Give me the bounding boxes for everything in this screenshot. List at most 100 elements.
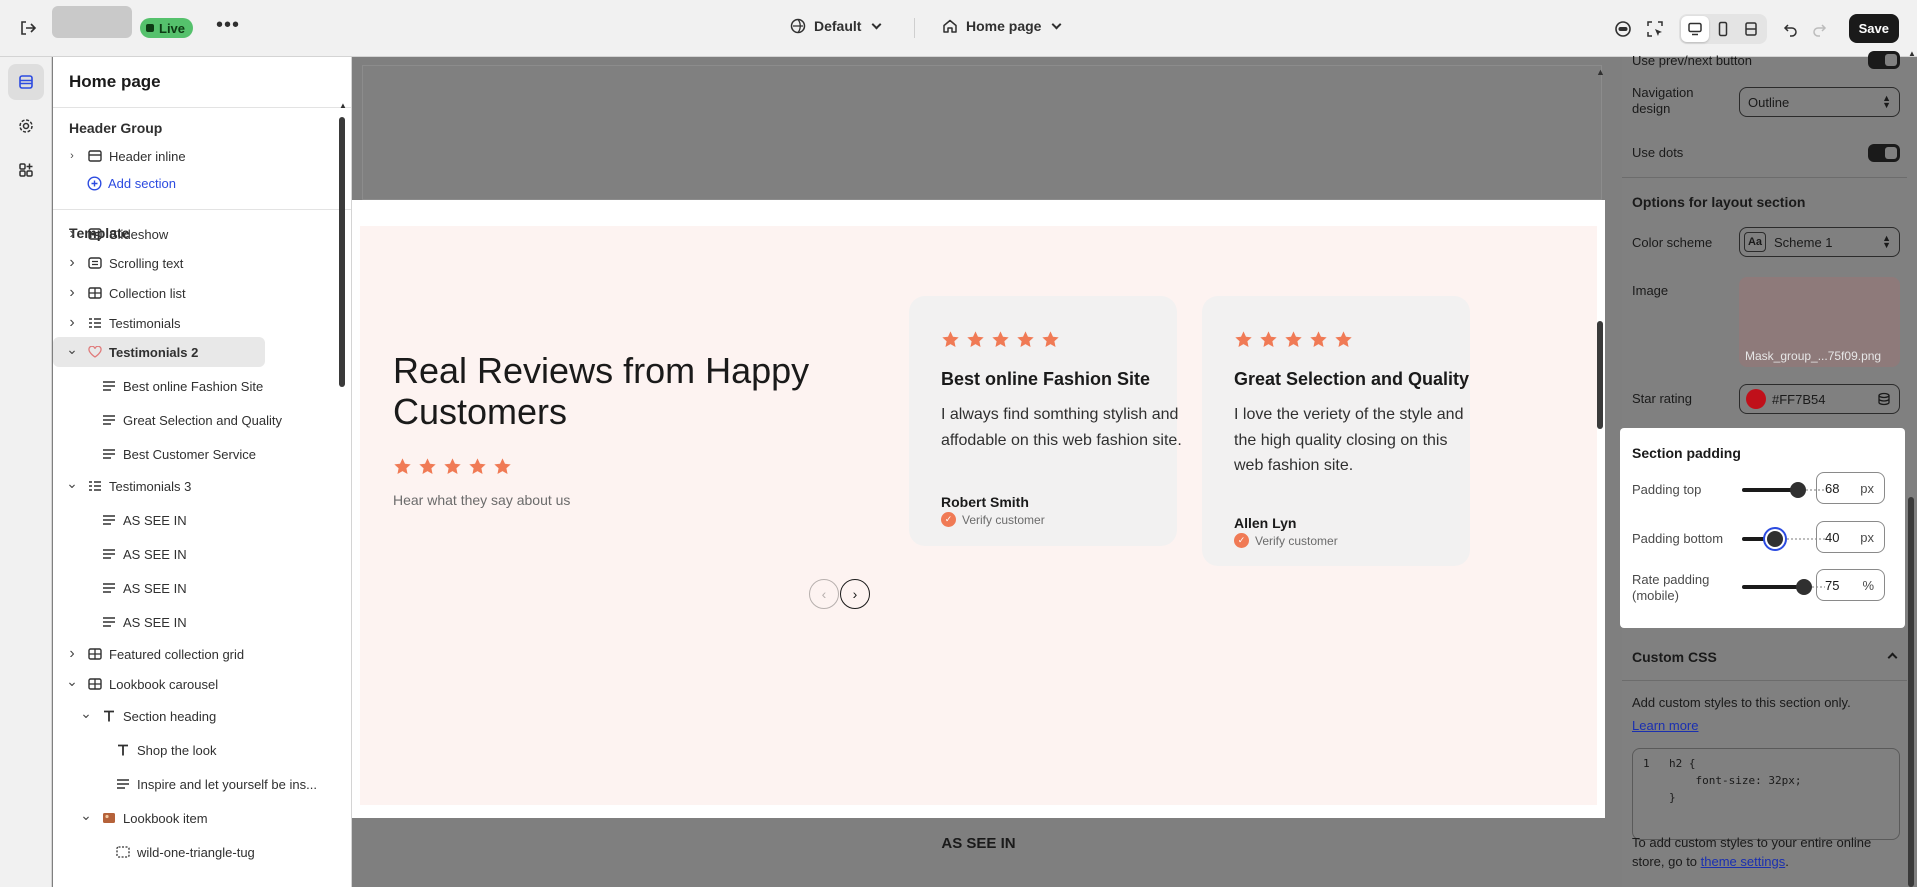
sidebar-item-label: Lookbook item <box>123 810 208 826</box>
color-library-icon[interactable] <box>1877 392 1891 409</box>
text-lines-icon <box>101 547 117 561</box>
sidebar-item[interactable]: wild-one-triangle-tug <box>93 837 323 867</box>
placeholder-icon <box>115 845 131 859</box>
sidebar-item[interactable]: ⌄ Testimonials 2 <box>53 337 265 367</box>
sidebar-item[interactable]: ⌄ Lookbook item <box>79 803 323 833</box>
grid-section-icon <box>87 677 103 691</box>
sidebar-item[interactable]: Inspire and let yourself be ins... <box>93 769 323 799</box>
sidebar-item-header-inline[interactable]: › Header inline <box>65 141 323 171</box>
chevron-down-icon[interactable]: ⌄ <box>65 475 79 492</box>
sidebar-item[interactable]: Best Customer Service <box>79 439 323 469</box>
sections-icon[interactable] <box>8 64 44 100</box>
text-lines-icon <box>101 615 117 629</box>
custom-css-heading[interactable]: Custom CSS <box>1632 649 1717 665</box>
settings-scrollbar[interactable] <box>1908 497 1914 887</box>
sidebar-item[interactable]: ⌄ Lookbook carousel <box>65 669 323 699</box>
prev-next-toggle[interactable] <box>1868 51 1900 69</box>
home-icon <box>943 19 957 33</box>
text-type-icon <box>101 709 117 723</box>
padding-slider[interactable] <box>1742 579 1825 595</box>
desktop-view-icon[interactable] <box>1680 15 1709 42</box>
padding-value-input[interactable]: 40 px <box>1816 521 1885 553</box>
sidebar-item-label: Testimonials 2 <box>109 344 199 360</box>
chevron-down-icon[interactable]: ⌄ <box>79 705 93 722</box>
carousel-next-button[interactable]: › <box>840 579 870 609</box>
save-button[interactable]: Save <box>1848 14 1899 43</box>
theme-selector[interactable]: Default <box>790 18 882 34</box>
chevron-right-icon[interactable]: › <box>65 645 79 663</box>
slider-handle[interactable] <box>1796 579 1812 595</box>
chevron-right-icon[interactable]: › <box>65 284 79 302</box>
sidebar-item[interactable]: AS SEE IN <box>79 539 323 569</box>
nav-design-select[interactable]: Outline ▲ ▼ <box>1739 87 1900 117</box>
padding-label: Padding bottom <box>1632 531 1724 546</box>
store-thumbnail[interactable] <box>52 6 132 38</box>
sidebar-item-label: Testimonials <box>109 315 181 331</box>
sidebar-item[interactable]: › Testimonials <box>65 308 323 338</box>
slider-fill <box>1742 585 1804 589</box>
settings-scroll-up-icon[interactable]: ▲ <box>1908 49 1916 58</box>
padding-slider[interactable] <box>1742 482 1825 498</box>
sidebar-item[interactable]: AS SEE IN <box>79 607 323 637</box>
slider-handle[interactable] <box>1767 531 1783 547</box>
image-picker[interactable]: Mask_group_...75f09.png <box>1739 277 1900 367</box>
more-actions-icon[interactable]: ••• <box>216 14 240 37</box>
sidebar-item[interactable]: › Collection list <box>65 278 323 308</box>
sidebar-item[interactable]: Great Selection and Quality <box>79 405 323 435</box>
chevron-right-icon[interactable]: › <box>65 150 79 162</box>
sidebar-item[interactable]: AS SEE IN <box>79 505 323 535</box>
custom-css-editor[interactable]: 1 h2 { font-size: 32px;} <box>1632 748 1900 840</box>
sidebar-item[interactable]: Best online Fashion Site <box>79 371 323 401</box>
globe-icon <box>790 18 806 34</box>
apps-icon[interactable] <box>8 152 44 188</box>
sidebar-item[interactable]: AS SEE IN <box>79 573 323 603</box>
sidekick-icon[interactable] <box>1609 15 1637 43</box>
card-author: Robert Smith <box>941 494 1029 510</box>
full-width-view-icon[interactable] <box>1737 16 1765 42</box>
use-dots-toggle[interactable] <box>1868 144 1900 162</box>
chevron-down-icon[interactable]: ⌄ <box>65 673 79 690</box>
chevron-down-icon[interactable]: ⌄ <box>65 341 79 358</box>
padding-row: Padding top 68 px <box>1632 472 1897 506</box>
page-selector[interactable]: Home page <box>942 18 1062 34</box>
chevron-right-icon[interactable]: › <box>65 314 79 332</box>
sidebar-item[interactable]: ⌄ Testimonials 3 <box>65 471 323 501</box>
add-section-button[interactable]: Add section <box>87 176 176 191</box>
chevron-right-icon[interactable]: › <box>65 254 79 272</box>
chevron-down-icon[interactable]: ⌄ <box>79 807 93 824</box>
theme-settings-link[interactable]: theme settings <box>1701 854 1786 869</box>
sidebar-scrollbar[interactable]: ▲ <box>339 101 347 887</box>
sidebar-item[interactable]: ⌄ Section heading <box>79 701 323 731</box>
padding-value-input[interactable]: 75% <box>1816 569 1885 601</box>
plus-circle-icon <box>87 176 102 191</box>
redo-icon[interactable] <box>1805 15 1833 43</box>
mobile-view-icon[interactable] <box>1709 16 1737 42</box>
canvas-scrollbar[interactable] <box>1597 321 1603 429</box>
sidebar-item[interactable]: › Slideshow <box>65 219 323 249</box>
sidebar-item-label: Collection list <box>109 285 186 301</box>
sidebar-item[interactable]: › Featured collection grid <box>65 639 323 669</box>
color-scheme-select[interactable]: Aa Scheme 1 ▲ ▼ <box>1739 227 1900 257</box>
theme-settings-icon[interactable] <box>8 108 44 144</box>
chevron-up-icon[interactable] <box>1887 652 1898 663</box>
chevron-right-icon[interactable]: › <box>65 225 79 243</box>
color-swatch[interactable] <box>1746 389 1766 409</box>
padding-value-input[interactable]: 68 px <box>1816 472 1885 504</box>
carousel-prev-button[interactable]: ‹ <box>809 579 839 609</box>
inspect-icon[interactable] <box>1641 15 1669 43</box>
sidebar-item[interactable]: Shop the look <box>93 735 323 765</box>
padding-slider[interactable] <box>1742 531 1825 547</box>
verified-badge: ✓ Verify customer <box>941 512 1045 527</box>
learn-more-link[interactable]: Learn more <box>1632 718 1698 733</box>
testimonial-card[interactable]: Great Selection and Quality I love the v… <box>1202 296 1470 566</box>
undo-icon[interactable] <box>1777 15 1805 43</box>
canvas-scroll-up-icon[interactable]: ▲ <box>1596 67 1605 77</box>
star-icon <box>418 457 437 481</box>
testimonials-section[interactable]: Real Reviews from Happy Customers Hear w… <box>352 200 1605 818</box>
sidebar-item[interactable]: › Scrolling text <box>65 248 323 278</box>
top-bar: Live ••• Default Home page Save <box>0 0 1917 57</box>
star-rating-color-field[interactable]: #FF7B54 <box>1739 384 1900 414</box>
slider-handle[interactable] <box>1790 482 1806 498</box>
testimonial-card[interactable]: Best online Fashion Site I always find s… <box>909 296 1182 546</box>
exit-icon[interactable] <box>17 17 39 39</box>
